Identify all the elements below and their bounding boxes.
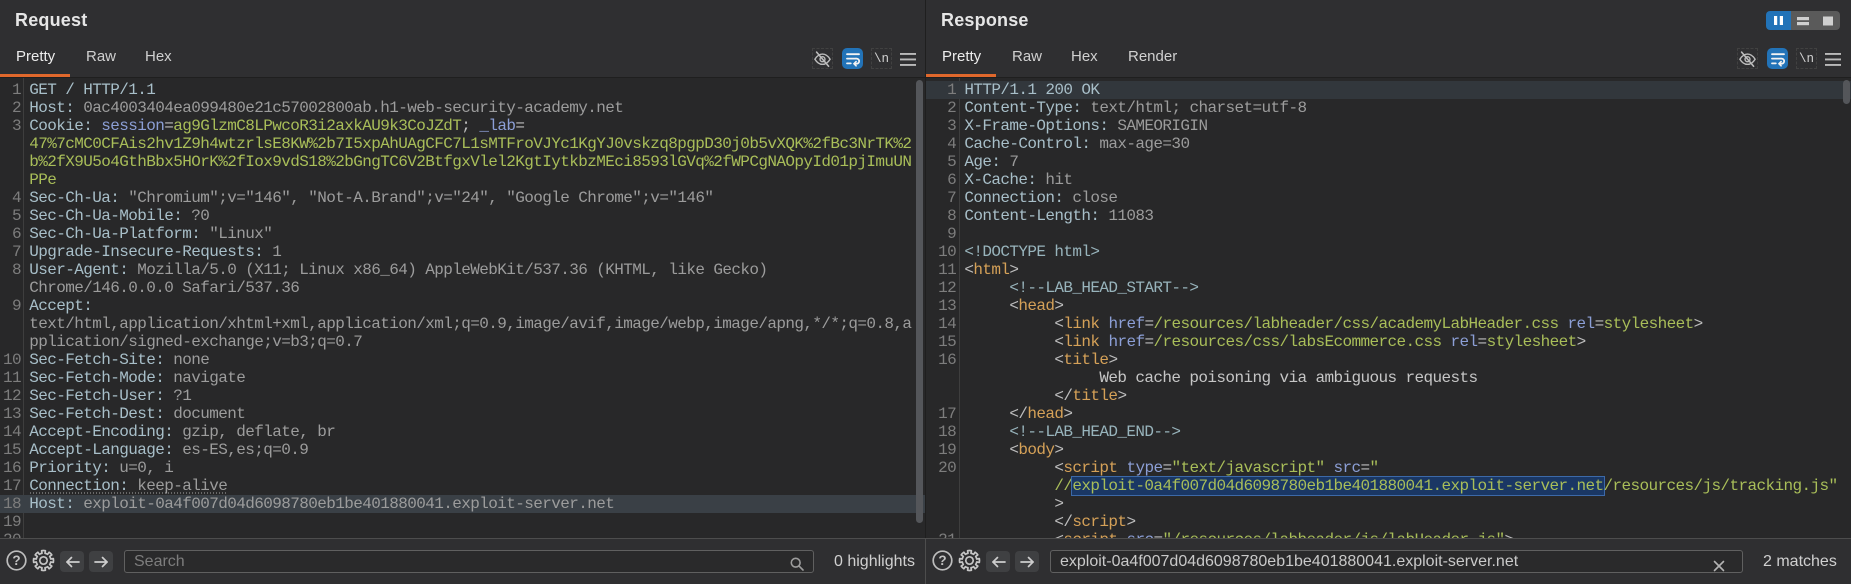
svg-text:?: ? — [12, 553, 20, 568]
svg-text:?: ? — [938, 553, 946, 568]
